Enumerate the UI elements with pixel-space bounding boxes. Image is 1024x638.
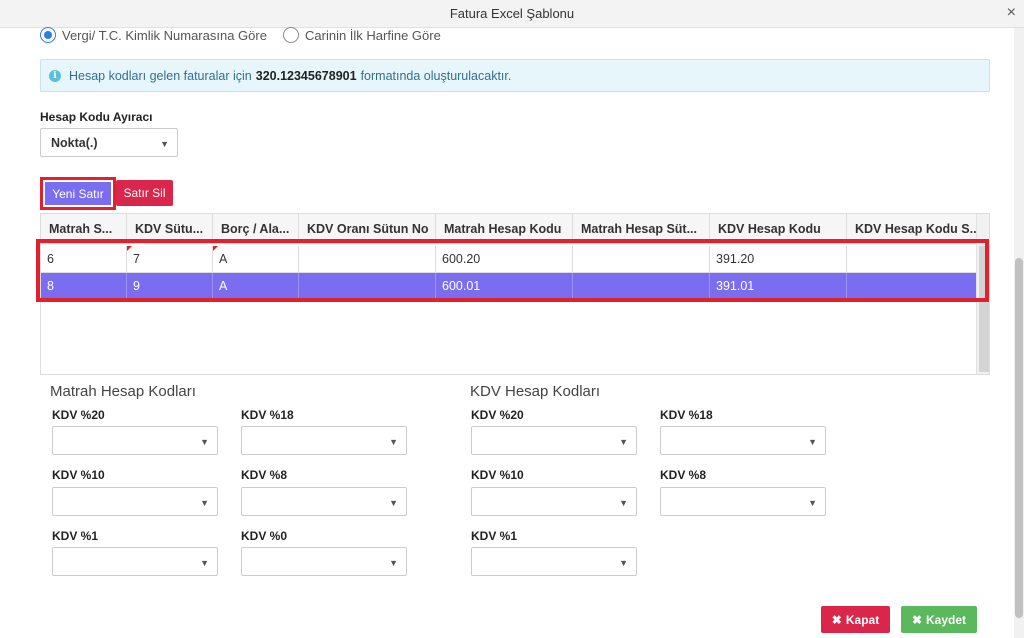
matrah-kdv1-label: KDV %1 <box>52 529 99 543</box>
kdv-kdv1-label: KDV %1 <box>471 529 518 543</box>
kdv-section-title: KDV Hesap Kodları <box>470 383 601 400</box>
caret-down-icon: ▼ <box>200 498 209 508</box>
kdv-kdv10-select[interactable]: ▼ <box>471 487 637 516</box>
grid-cell[interactable]: 8 <box>41 273 127 300</box>
caret-down-icon: ▼ <box>389 558 398 568</box>
matrah-kdv18-select[interactable]: ▼ <box>241 426 407 455</box>
title-bar: Fatura Excel Şablonu × <box>0 0 1024 28</box>
matrah-kdv10-select[interactable]: ▼ <box>52 487 218 516</box>
caret-down-icon: ▼ <box>389 498 398 508</box>
table-row[interactable]: 6 7 A 600.20 391.20 <box>41 246 983 273</box>
grid-cell[interactable]: 391.20 <box>710 246 847 273</box>
caret-down-icon: ▼ <box>808 437 817 447</box>
matrah-kdv0-select[interactable]: ▼ <box>241 547 407 576</box>
column-header[interactable]: Matrah Hesap Süt... <box>573 214 710 244</box>
kdv-kdv10-label: KDV %10 <box>471 468 524 482</box>
grid-cell[interactable]: 7 <box>127 246 213 273</box>
radio-dot[interactable] <box>283 27 299 43</box>
column-header[interactable]: Matrah S... <box>41 214 127 244</box>
info-example: 320.12345678901 <box>255 68 357 83</box>
caret-down-icon: ▼ <box>389 437 398 447</box>
save-button-label: Kaydet <box>926 612 967 627</box>
kdv-kdv8-label: KDV %8 <box>660 468 707 482</box>
grid-cell[interactable]: 9 <box>127 273 213 300</box>
page-scrollbar-thumb[interactable] <box>1015 258 1023 618</box>
grid-cell[interactable] <box>847 246 977 273</box>
matrah-kdv1-select[interactable]: ▼ <box>52 547 218 576</box>
grid-cell[interactable] <box>573 273 710 300</box>
radio-dot-selected[interactable] <box>40 27 56 43</box>
radio-label-vergi: Vergi/ T.C. Kimlik Numarasına Göre <box>62 27 267 43</box>
times-icon: ✖ <box>911 612 923 627</box>
close-button-label: Kapat <box>845 612 880 627</box>
matrah-kdv10-label: KDV %10 <box>52 468 105 482</box>
caret-down-icon: ▼ <box>619 437 628 447</box>
close-icon[interactable]: × <box>1007 4 1016 22</box>
close-button[interactable]: ✖ Kapat <box>821 606 890 633</box>
grid-cell[interactable]: 391.01 <box>710 273 847 300</box>
matrah-kdv20-select[interactable]: ▼ <box>52 426 218 455</box>
column-header[interactable]: KDV Hesap Kodu S... <box>847 214 977 244</box>
grid-cell[interactable] <box>573 246 710 273</box>
radio-label-cari-harf: Carinin İlk Harfine Göre <box>305 27 441 43</box>
matrah-kdv0-label: KDV %0 <box>241 529 288 543</box>
kdv-kdv1-select[interactable]: ▼ <box>471 547 637 576</box>
column-header[interactable]: KDV Hesap Kodu <box>710 214 847 244</box>
grid-header: Matrah S... KDV Sütu... Borç / Ala... KD… <box>41 214 989 244</box>
caret-down-icon: ▼ <box>619 498 628 508</box>
grid-cell[interactable]: A <box>213 273 299 300</box>
grid-cell[interactable] <box>299 273 436 300</box>
new-row-button[interactable]: Yeni Satır <box>45 182 111 205</box>
grid-scrollbar-thumb[interactable] <box>979 246 989 372</box>
info-suffix: formatında oluşturulacaktır. <box>360 68 512 83</box>
page-scrollbar[interactable] <box>1014 28 1024 638</box>
separator-label: Hesap Kodu Ayıracı <box>40 110 153 124</box>
kdv-kdv18-label: KDV %18 <box>660 408 713 422</box>
matrah-kdv8-select[interactable]: ▼ <box>241 487 407 516</box>
caret-down-icon: ▼ <box>200 437 209 447</box>
caret-down-icon: ▼ <box>160 139 169 149</box>
grid-scrollbar[interactable] <box>976 214 989 374</box>
column-header[interactable]: Borç / Ala... <box>213 214 299 244</box>
caret-down-icon: ▼ <box>619 558 628 568</box>
column-header[interactable]: Matrah Hesap Kodu <box>436 214 573 244</box>
grid-cell[interactable] <box>299 246 436 273</box>
radio-cari-harf[interactable]: Carinin İlk Harfine Göre <box>283 27 441 43</box>
kdv-kdv20-select[interactable]: ▼ <box>471 426 637 455</box>
table-row-selected[interactable]: 8 9 A 600.01 391.01 <box>41 273 983 300</box>
matrah-kdv8-label: KDV %8 <box>241 468 288 482</box>
matrah-kdv18-label: KDV %18 <box>241 408 294 422</box>
new-row-highlight: Yeni Satır <box>40 177 116 210</box>
window-title: Fatura Excel Şablonu <box>449 6 575 21</box>
column-header[interactable]: KDV Sütu... <box>127 214 213 244</box>
matrah-section-title: Matrah Hesap Kodları <box>50 383 196 400</box>
kdv-kdv8-select[interactable]: ▼ <box>660 487 826 516</box>
delete-row-button[interactable]: Satır Sil <box>116 180 173 206</box>
separator-value: Nokta(.) <box>51 135 98 150</box>
caret-down-icon: ▼ <box>200 558 209 568</box>
radio-vergi[interactable]: Vergi/ T.C. Kimlik Numarasına Göre <box>40 27 267 43</box>
column-header[interactable]: KDV Oranı Sütun No <box>299 214 436 244</box>
grid-cell[interactable]: 600.01 <box>436 273 573 300</box>
separator-select[interactable]: Nokta(.) ▼ <box>40 128 178 157</box>
grid-cell[interactable]: 6 <box>41 246 127 273</box>
caret-down-icon: ▼ <box>808 498 817 508</box>
kdv-kdv20-label: KDV %20 <box>471 408 524 422</box>
info-prefix: Hesap kodları gelen faturalar için <box>69 68 252 83</box>
grid-cell[interactable] <box>847 273 977 300</box>
info-alert: i Hesap kodları gelen faturalar için 320… <box>40 59 990 92</box>
matrah-kdv20-label: KDV %20 <box>52 408 105 422</box>
kdv-kdv18-select[interactable]: ▼ <box>660 426 826 455</box>
grid-cell[interactable]: 600.20 <box>436 246 573 273</box>
info-icon: i <box>49 69 61 82</box>
save-button[interactable]: ✖ Kaydet <box>901 606 977 633</box>
times-icon: ✖ <box>831 612 842 627</box>
data-grid: Matrah S... KDV Sütu... Borç / Ala... KD… <box>40 213 990 375</box>
grid-cell[interactable]: A <box>213 246 299 273</box>
